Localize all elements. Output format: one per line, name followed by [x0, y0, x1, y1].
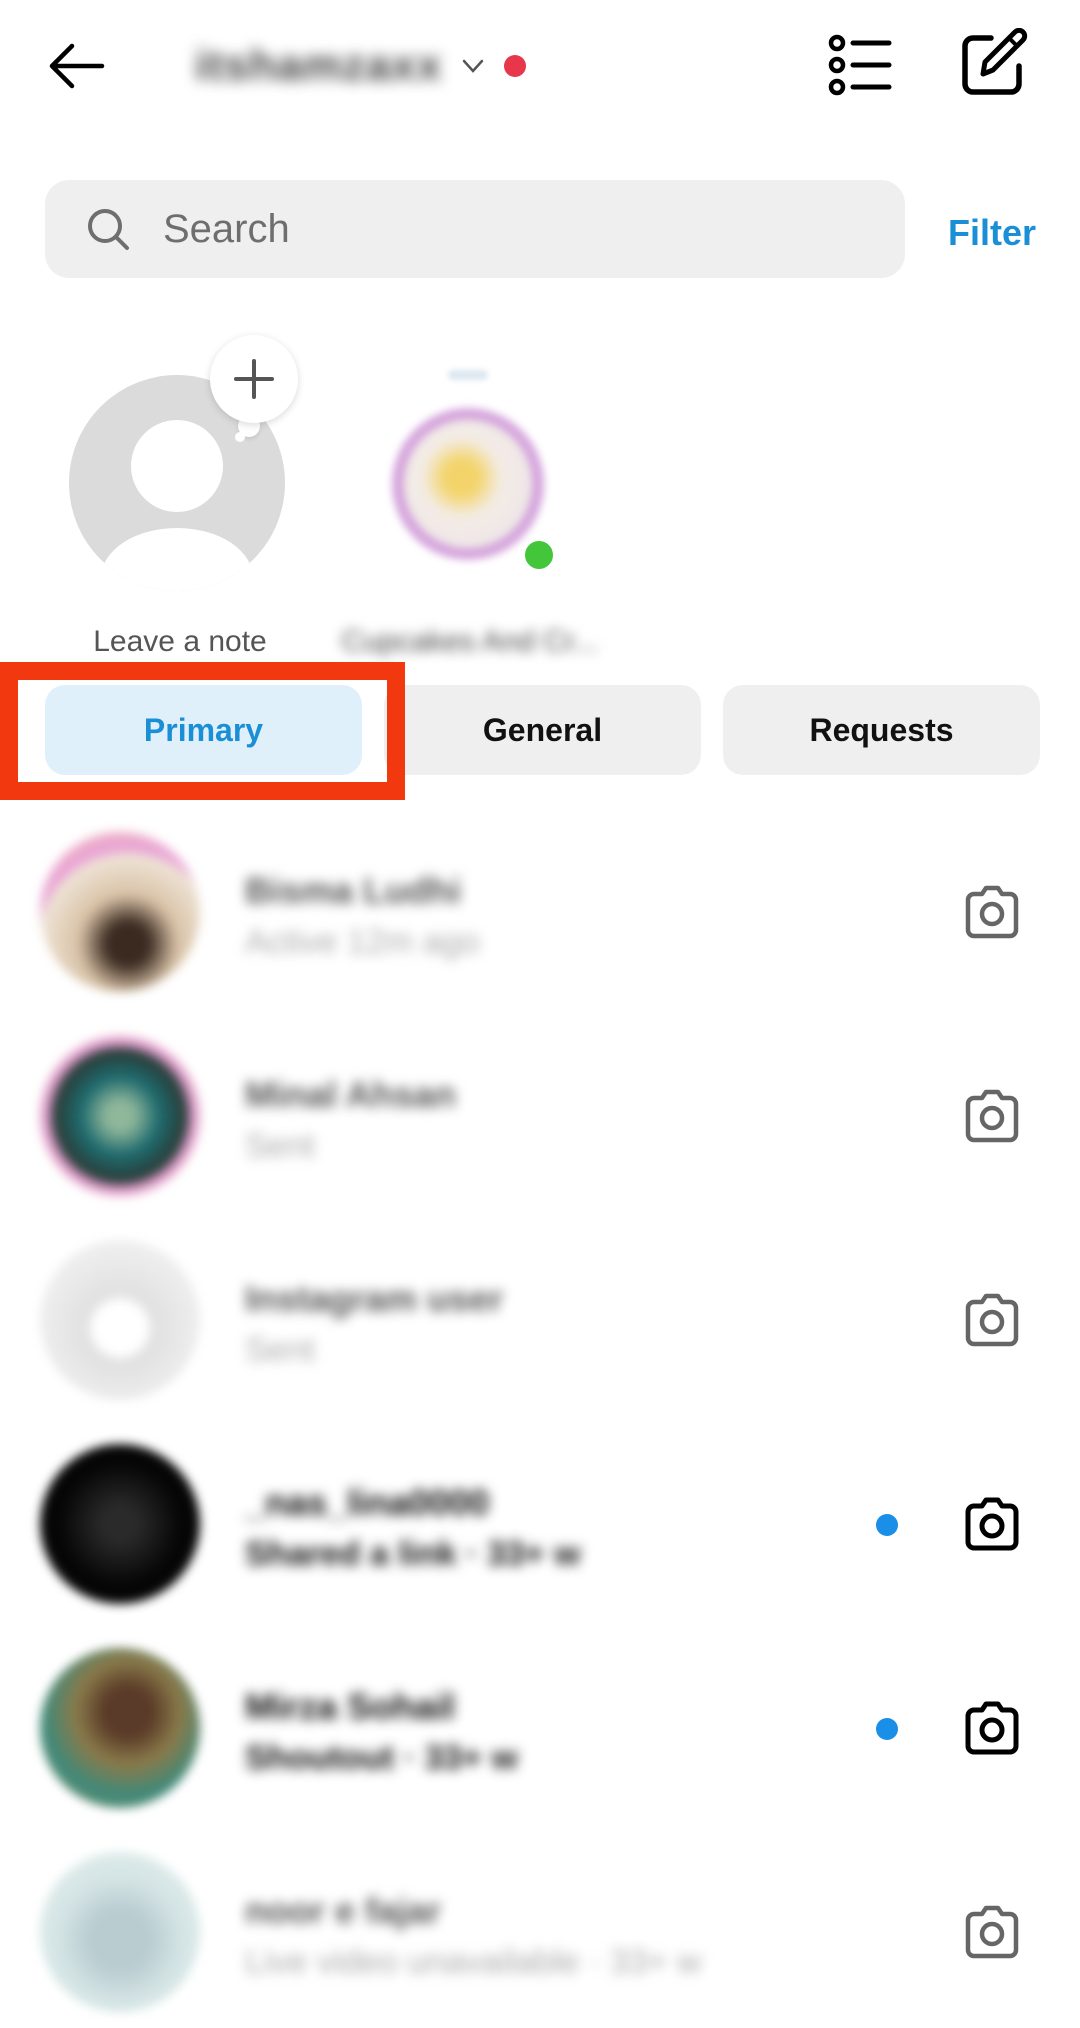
search-icon	[88, 209, 129, 250]
search-bar[interactable]	[45, 180, 905, 278]
account-switcher[interactable]: itshamzaxx	[195, 30, 527, 102]
search-input[interactable]	[163, 206, 813, 252]
compose-button[interactable]	[955, 27, 1029, 102]
camera-button[interactable]	[960, 1900, 1024, 1964]
note-bubble	[448, 370, 488, 380]
unread-indicator	[876, 1514, 898, 1536]
thread-subtitle: Active 12m ago	[245, 923, 480, 961]
leave-note-label: Leave a note	[93, 625, 267, 658]
thread-name: Mirza Sohail	[245, 1686, 456, 1727]
camera-button[interactable]	[960, 1696, 1024, 1760]
thread-name: Bisma Ludhi	[245, 870, 462, 911]
thread-name: Instagram user	[245, 1278, 504, 1319]
thread-row[interactable]: noor e fajar Live video unavailable · 33…	[0, 1830, 1080, 2028]
camera-icon	[965, 1089, 1019, 1143]
account-name: itshamzaxx	[195, 41, 443, 90]
camera-button[interactable]	[960, 880, 1024, 944]
camera-icon	[965, 1701, 1019, 1755]
inbox-tabs: Primary General Requests	[45, 685, 1040, 775]
avatar	[40, 1648, 200, 1808]
camera-icon	[965, 1293, 1019, 1347]
notification-dot	[504, 55, 527, 77]
chevron-down-icon	[462, 59, 484, 73]
camera-button[interactable]	[960, 1492, 1024, 1556]
edit-icon	[962, 27, 1028, 95]
thread-row[interactable]: Mirza Sohail Shoutout · 33+ w	[0, 1626, 1080, 1830]
tab-requests[interactable]: Requests	[723, 685, 1040, 775]
camera-icon	[965, 885, 1019, 939]
avatar	[392, 408, 544, 560]
camera-button[interactable]	[960, 1288, 1024, 1352]
list-button[interactable]	[825, 28, 899, 102]
camera-button[interactable]	[960, 1084, 1024, 1148]
avatar	[40, 832, 200, 992]
friend-note-label: Cupcakes And Cr...	[341, 625, 599, 658]
thread-subtitle: Shoutout · 33+ w	[245, 1739, 518, 1777]
friend-note-item[interactable]: Cupcakes And Cr...	[330, 320, 600, 665]
plus-icon	[234, 359, 274, 399]
tab-general[interactable]: General	[384, 685, 701, 775]
leave-note-item[interactable]: Leave a note	[55, 320, 305, 665]
top-bar: itshamzaxx	[0, 0, 1080, 130]
thread-subtitle: Live video unavailable · 33+ w	[245, 1943, 702, 1981]
arrow-left-icon	[49, 43, 105, 89]
notes-tray: Leave a note Cupcakes And Cr...	[0, 320, 1080, 665]
filter-button[interactable]: Filter	[948, 212, 1036, 254]
camera-icon	[965, 1905, 1019, 1959]
thread-row[interactable]: Instagram user Sent	[0, 1218, 1080, 1422]
thread-subtitle: Sent	[245, 1331, 315, 1369]
add-note-button[interactable]	[210, 335, 298, 423]
thread-row[interactable]: _nas_lina0000 Shared a link · 33+ w	[0, 1422, 1080, 1626]
thread-row[interactable]: Minal Ahsan Sent	[0, 1014, 1080, 1218]
unread-indicator	[876, 1718, 898, 1740]
thread-subtitle: Shared a link · 33+ w	[245, 1535, 581, 1573]
list-icon	[828, 34, 892, 96]
thread-list: Bisma Ludhi Active 12m ago Minal Ahsan S…	[0, 810, 1080, 2028]
thread-name: Minal Ahsan	[245, 1074, 456, 1115]
thread-name: _nas_lina0000	[245, 1482, 490, 1523]
thread-name: noor e fajar	[245, 1890, 442, 1931]
thread-subtitle: Sent	[245, 1127, 315, 1165]
back-button[interactable]	[40, 30, 112, 102]
online-status-dot	[522, 538, 556, 572]
avatar	[40, 1444, 200, 1604]
camera-icon	[965, 1497, 1019, 1551]
avatar	[40, 1240, 200, 1400]
avatar	[40, 1852, 200, 2012]
thread-row[interactable]: Bisma Ludhi Active 12m ago	[0, 810, 1080, 1014]
tab-primary[interactable]: Primary	[45, 685, 362, 775]
avatar	[40, 1036, 200, 1196]
